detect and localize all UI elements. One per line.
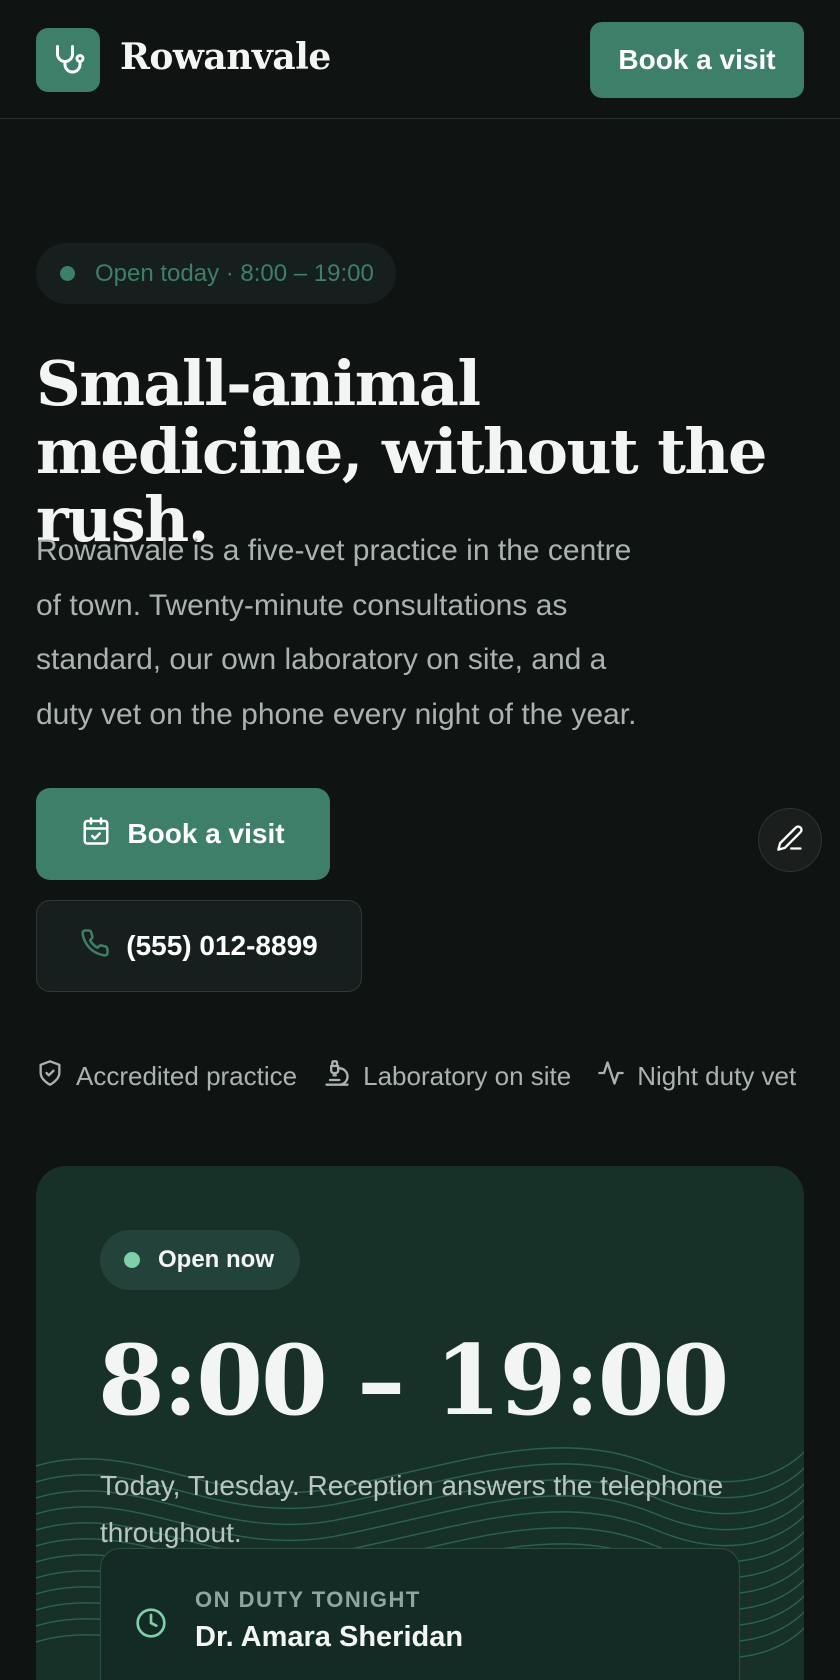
duty-vet-panel: ON DUTY TONIGHT Dr. Amara Sheridan (100, 1548, 740, 1680)
phone-icon (80, 928, 110, 965)
open-now-label: Open now (158, 1246, 274, 1273)
open-now-badge: Open now (100, 1230, 300, 1290)
brand-name[interactable]: Rowanvale (120, 36, 331, 78)
status-dot (60, 266, 75, 281)
hours-card: Open now 8:00 – 19:00 Today, Tuesday. Re… (36, 1166, 804, 1680)
edit-button[interactable] (758, 808, 822, 872)
duty-vet-name: Dr. Amara Sheridan (195, 1621, 464, 1653)
pencil-icon (776, 824, 804, 857)
open-today-pill: Open today · 8:00 – 19:00 (36, 243, 396, 304)
microscope-icon (323, 1059, 351, 1094)
book-visit-label: Book a visit (127, 818, 285, 849)
duty-kicker: ON DUTY TONIGHT (195, 1587, 421, 1612)
calendar-check-icon (81, 816, 111, 853)
feature-item: Night duty vet (597, 1059, 796, 1094)
activity-icon (597, 1059, 625, 1094)
shield-check-icon (36, 1059, 64, 1094)
feature-list: Accredited practice Laboratory on site N… (36, 1056, 826, 1096)
feature-label: Night duty vet (637, 1060, 797, 1091)
open-today-label: Open today · 8:00 – 19:00 (95, 259, 374, 287)
status-dot (124, 1252, 140, 1268)
book-visit-button[interactable]: Book a visit (36, 788, 330, 880)
feature-label: Accredited practice (76, 1060, 298, 1091)
feature-item: Laboratory on site (323, 1059, 571, 1094)
hours-note: Today, Tuesday. Reception answers the te… (100, 1470, 724, 1548)
stethoscope-icon[interactable] (36, 28, 100, 92)
phone-button[interactable]: (555) 012-8899 (36, 900, 362, 992)
feature-label: Laboratory on site (363, 1060, 572, 1091)
phone-number: (555) 012-8899 (126, 930, 318, 961)
feature-item: Accredited practice (36, 1059, 297, 1094)
site-header: Rowanvale Book a visit (0, 0, 840, 119)
opening-hours: 8:00 – 19:00 (98, 1324, 729, 1437)
hero-description: Rowanvale is a five-vet practice in the … (36, 534, 637, 731)
clock-icon (135, 1607, 167, 1644)
header-book-button[interactable]: Book a visit (590, 22, 804, 98)
